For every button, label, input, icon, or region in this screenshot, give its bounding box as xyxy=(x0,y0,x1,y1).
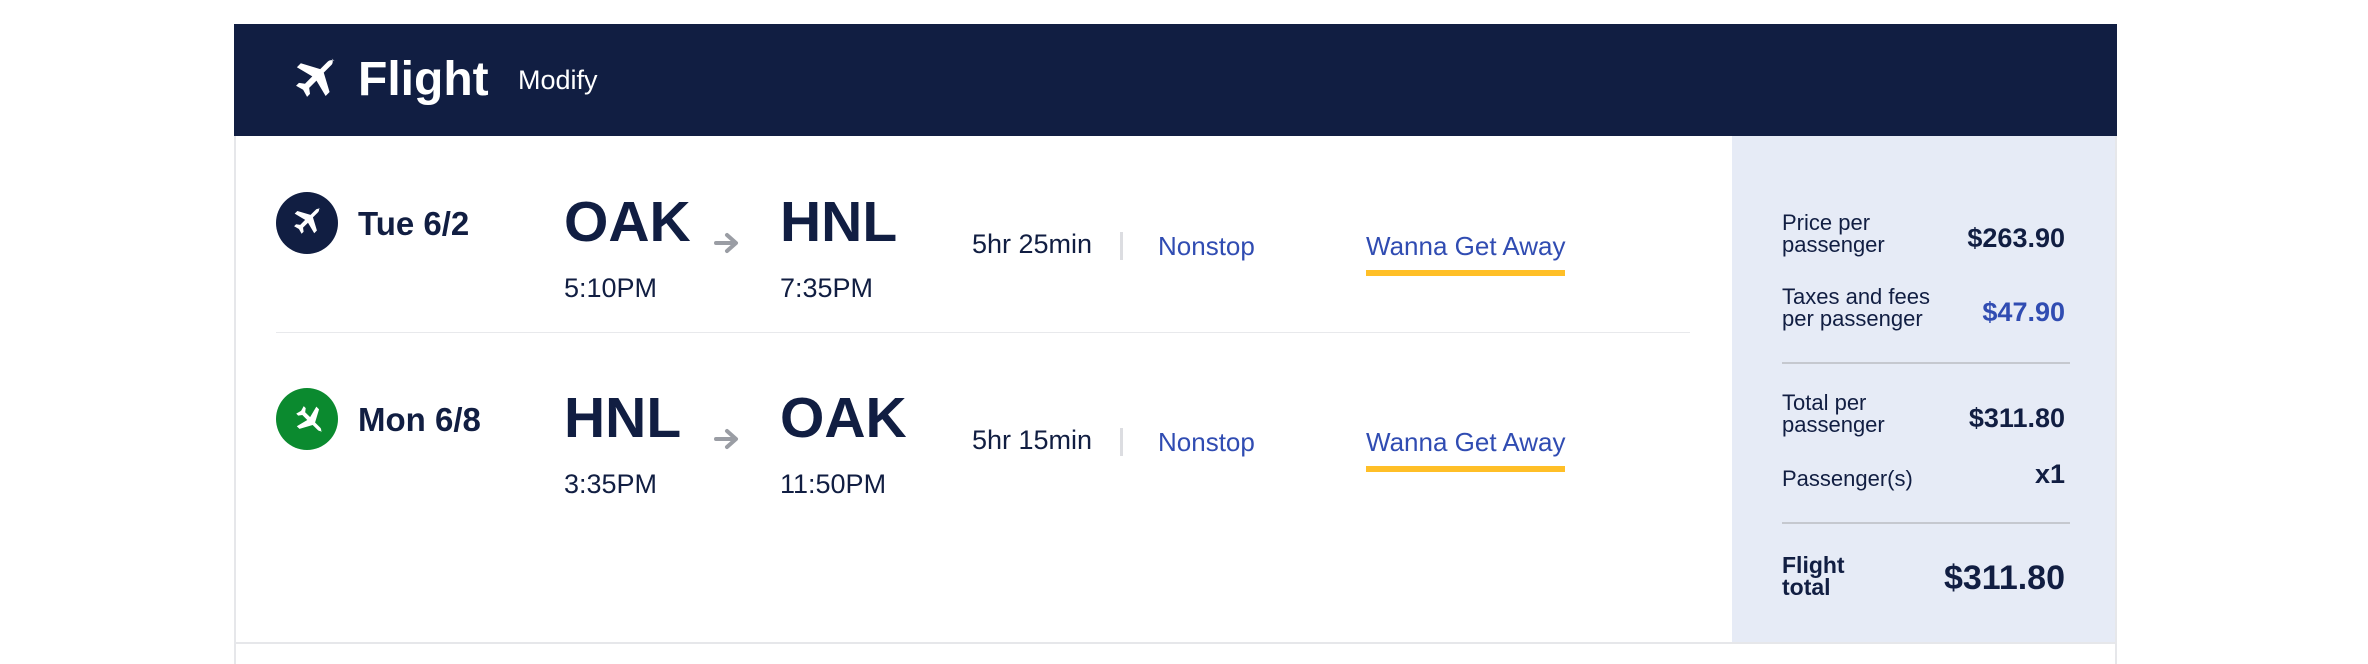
header-title: Flight xyxy=(358,53,489,106)
depart-time: 5:10PM xyxy=(564,273,658,303)
label-line: passenger xyxy=(1782,412,1885,437)
flight-leg-outbound: Tue 6/2 OAK 5:10PM HNL 7:35PM 5hr 25min … xyxy=(236,136,1732,326)
plane-icon xyxy=(296,58,335,97)
divider xyxy=(1120,428,1123,456)
outbound-badge xyxy=(276,192,338,254)
passenger-count: x1 xyxy=(2034,459,2065,489)
leg-date: Mon 6/8 xyxy=(358,401,481,438)
return-badge xyxy=(276,388,338,450)
divider xyxy=(1120,232,1123,260)
card-bottom-divider xyxy=(236,642,2115,644)
arrow-right-icon xyxy=(714,429,738,449)
label-line: passenger xyxy=(1782,232,1885,257)
label-line: Flight xyxy=(1782,552,1845,578)
total-per-passenger: $311.80 xyxy=(1968,403,2065,433)
destination-airport: OAK xyxy=(780,386,907,450)
summary-divider xyxy=(1782,522,2070,524)
flight-duration: 5hr 15min xyxy=(972,425,1093,455)
modify-link[interactable]: Modify xyxy=(518,64,598,96)
fare-type-link[interactable]: Wanna Get Away xyxy=(1366,230,1566,276)
label-line: Total per xyxy=(1782,390,1867,415)
flight-total: $311.80 xyxy=(1943,559,2065,597)
price-per-passenger: $263.90 xyxy=(1967,223,2065,253)
stops-link[interactable]: Nonstop xyxy=(1158,230,1255,262)
plane-icon xyxy=(296,406,323,433)
label-line: per passenger xyxy=(1782,306,1923,331)
label-line: Price per xyxy=(1782,210,1871,235)
stops-link[interactable]: Nonstop xyxy=(1158,426,1255,458)
total-per-passenger-label: Total per passenger xyxy=(1782,392,1885,436)
price-per-passenger-label: Price per passenger xyxy=(1782,212,1885,256)
taxes-label: Taxes and fees per passenger xyxy=(1782,286,1930,330)
summary-divider xyxy=(1782,362,2070,364)
origin-airport: OAK xyxy=(564,190,691,254)
plane-icon xyxy=(294,207,321,234)
label-line: Taxes and fees xyxy=(1782,284,1930,309)
leg-date: Tue 6/2 xyxy=(358,205,470,242)
depart-time: 3:35PM xyxy=(564,469,658,499)
arrow-right-icon xyxy=(714,233,738,253)
flight-legs: Tue 6/2 OAK 5:10PM HNL 7:35PM 5hr 25min … xyxy=(236,136,1732,644)
fare-type-link[interactable]: Wanna Get Away xyxy=(1366,426,1566,472)
flight-duration: 5hr 25min xyxy=(972,229,1093,259)
flight-header: Flight Modify xyxy=(234,24,2117,136)
flight-card: Flight Modify Tue 6/2 OAK 5:10PM HNL 7:3… xyxy=(234,24,2117,664)
label-line: total xyxy=(1782,574,1831,600)
arrive-time: 7:35PM xyxy=(780,273,874,303)
destination-airport: HNL xyxy=(780,190,898,254)
origin-airport: HNL xyxy=(564,386,682,450)
price-summary: Price per passenger $263.90 Taxes and fe… xyxy=(1732,136,2115,644)
passengers-label: Passenger(s) xyxy=(1782,466,1913,491)
taxes-value[interactable]: $47.90 xyxy=(1982,296,2065,328)
arrive-time: 11:50PM xyxy=(780,469,887,499)
flight-total-label: Flight total xyxy=(1782,552,1845,600)
flight-leg-return: Mon 6/8 HNL 3:35PM OAK 11:50PM 5hr 15min… xyxy=(236,332,1732,522)
